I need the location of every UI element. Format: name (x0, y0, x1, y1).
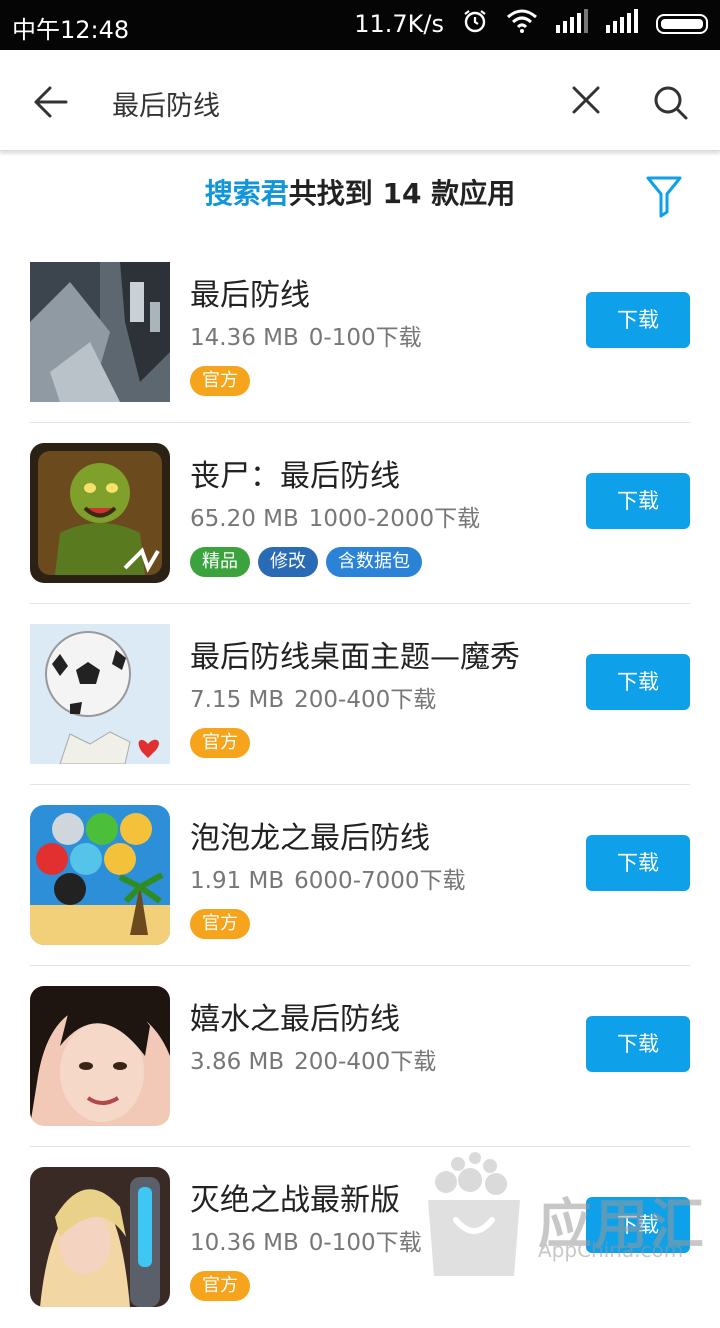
back-arrow-icon[interactable] (30, 82, 70, 122)
search-bar: 最后防线 (0, 50, 720, 151)
app-name[interactable]: 灭绝之战最新版 (190, 1175, 400, 1219)
app-meta: 3.86 MB 200-400下载 (190, 1042, 436, 1076)
tag-official: 官方 (190, 728, 250, 758)
search-input[interactable]: 最后防线 (112, 84, 220, 123)
list-item[interactable]: 泡泡龙之最后防线 1.91 MB 6000-7000下载 官方 下载 (0, 785, 720, 966)
app-downloads: 200-400下载 (294, 687, 437, 713)
watermark-subtitle: AppChina.com (538, 1238, 684, 1262)
app-icon[interactable] (30, 1167, 170, 1307)
app-name[interactable]: 最后防线 (190, 270, 310, 314)
app-downloads: 6000-7000下载 (294, 868, 466, 894)
clear-icon[interactable] (568, 82, 604, 118)
app-meta: 65.20 MB 1000-2000下载 (190, 499, 480, 533)
tag-official: 官方 (190, 909, 250, 939)
app-tags: 精品 修改 含数据包 (190, 547, 422, 577)
app-size: 14.36 MB (190, 325, 299, 351)
app-downloads: 0-100下载 (308, 1230, 422, 1256)
app-meta: 14.36 MB 0-100下载 (190, 318, 422, 352)
summary-text: 共找到 14 款应用 (288, 177, 516, 210)
tag-quality: 精品 (190, 547, 250, 577)
app-icon[interactable] (30, 443, 170, 583)
app-size: 65.20 MB (190, 506, 299, 532)
alarm-icon (462, 8, 488, 40)
status-icons: 11.7K/s (354, 8, 708, 40)
app-meta: 7.15 MB 200-400下载 (190, 680, 436, 714)
app-icon[interactable] (30, 805, 170, 945)
tag-official: 官方 (190, 366, 250, 396)
app-tags: 官方 (190, 366, 250, 396)
network-speed: 11.7K/s (354, 10, 444, 38)
status-bar: 中午12:48 11.7K/s (0, 0, 720, 50)
signal-icon (556, 9, 588, 39)
appchina-watermark: 应用汇 AppChina.com (420, 1150, 720, 1280)
status-time: 中午12:48 (12, 16, 130, 44)
list-item[interactable]: 嬉水之最后防线 3.86 MB 200-400下载 下载 (0, 966, 720, 1147)
app-meta: 1.91 MB 6000-7000下载 (190, 861, 466, 895)
app-tags: 官方 (190, 728, 250, 758)
app-size: 3.86 MB (190, 1049, 285, 1075)
app-downloads: 0-100下载 (308, 325, 422, 351)
list-item[interactable]: 最后防线 14.36 MB 0-100下载 官方 下载 (0, 242, 720, 423)
download-button[interactable]: 下载 (586, 292, 690, 348)
filter-icon[interactable] (646, 174, 682, 218)
app-size: 10.36 MB (190, 1230, 299, 1256)
app-tags: 官方 (190, 909, 250, 939)
list-item[interactable]: 丧尸：最后防线 65.20 MB 1000-2000下载 精品 修改 含数据包 下… (0, 423, 720, 604)
app-tags: 官方 (190, 1271, 250, 1301)
app-name[interactable]: 泡泡龙之最后防线 (190, 813, 430, 857)
tag-official: 官方 (190, 1271, 250, 1301)
app-downloads: 200-400下载 (294, 1049, 437, 1075)
tag-data-pack: 含数据包 (326, 547, 422, 577)
app-name[interactable]: 丧尸：最后防线 (190, 451, 400, 495)
summary-brand: 搜索君 (204, 177, 289, 210)
app-size: 7.15 MB (190, 687, 285, 713)
download-button[interactable]: 下载 (586, 654, 690, 710)
search-icon[interactable] (650, 82, 690, 122)
list-item[interactable]: 最后防线桌面主题—魔秀 7.15 MB 200-400下载 官方 下载 (0, 604, 720, 785)
watermark-logo-icon (428, 1152, 520, 1276)
wifi-icon (506, 9, 538, 39)
signal-icon (606, 9, 638, 39)
app-icon[interactable] (30, 624, 170, 764)
app-icon[interactable] (30, 262, 170, 402)
app-name[interactable]: 嬉水之最后防线 (190, 994, 400, 1038)
download-button[interactable]: 下载 (586, 1016, 690, 1072)
app-meta: 10.36 MB 0-100下载 (190, 1223, 422, 1257)
download-button[interactable]: 下载 (586, 473, 690, 529)
app-icon[interactable] (30, 986, 170, 1126)
tag-mod: 修改 (258, 547, 318, 577)
app-name[interactable]: 最后防线桌面主题—魔秀 (190, 632, 520, 676)
result-summary: 搜索君共找到 14 款应用 (0, 172, 720, 222)
download-button[interactable]: 下载 (586, 835, 690, 891)
app-downloads: 1000-2000下载 (308, 506, 481, 532)
app-size: 1.91 MB (190, 868, 285, 894)
battery-icon (656, 14, 708, 34)
